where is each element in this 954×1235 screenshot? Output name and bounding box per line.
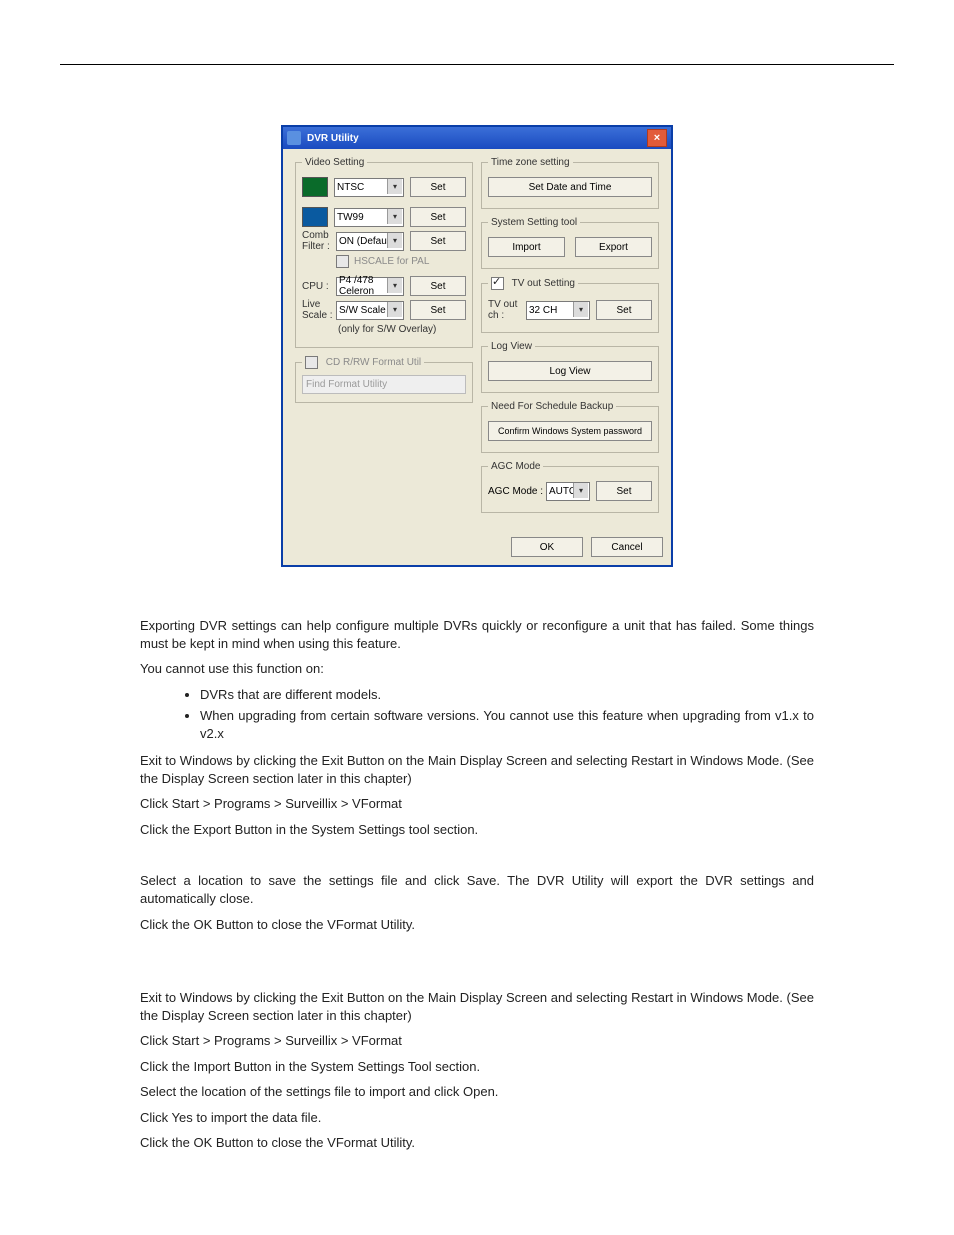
comb-set-button[interactable]: Set (410, 231, 466, 251)
list-item: When upgrading from certain software ver… (200, 707, 814, 742)
find-format-input: Find Format Utility (302, 375, 466, 394)
step: Click the Import Button in the System Se… (140, 1058, 814, 1076)
system-setting-group: System Setting tool Import Export (481, 217, 659, 269)
paragraph: Exporting DVR settings can help configur… (140, 617, 814, 652)
import-button[interactable]: Import (488, 237, 565, 257)
agc-label: AGC Mode : (488, 486, 546, 497)
confirm-password-button[interactable]: Confirm Windows System password (488, 421, 652, 441)
live-note: (only for S/W Overlay) (338, 324, 466, 335)
schedule-backup-legend: Need For Schedule Backup (488, 401, 616, 412)
step: Click Start > Programs > Surveillix > VF… (140, 1032, 814, 1050)
video-setting-legend: Video Setting (302, 157, 367, 168)
logview-group: Log View Log View (481, 341, 659, 393)
app-icon (287, 131, 301, 145)
set-date-time-button[interactable]: Set Date and Time (488, 177, 652, 197)
cdrw-checkbox (305, 356, 318, 369)
timezone-legend: Time zone setting (488, 157, 573, 168)
format-select[interactable]: NTSC (334, 178, 404, 197)
live-set-button[interactable]: Set (410, 300, 466, 320)
document-body: Exporting DVR settings can help configur… (60, 617, 894, 1152)
video-setting-group: Video Setting NTSC Set TW99 Set Comb Fil… (295, 157, 473, 348)
decoder-select[interactable]: TW99 (334, 208, 404, 227)
tvout-select[interactable]: 32 CH (526, 301, 590, 320)
cdrw-group: CD R/RW Format Util Find Format Utility (295, 356, 473, 403)
live-label: Live Scale : (302, 299, 336, 321)
left-column: Video Setting NTSC Set TW99 Set Comb Fil… (291, 153, 477, 525)
agc-select[interactable]: AUTO (546, 482, 590, 501)
agc-legend: AGC Mode (488, 461, 543, 472)
timezone-group: Time zone setting Set Date and Time (481, 157, 659, 209)
step: Click the OK Button to close the VFormat… (140, 1134, 814, 1152)
step: Click Yes to import the data file. (140, 1109, 814, 1127)
cdrw-legend: CD R/RW Format Util (302, 356, 424, 369)
comb-label: Comb Filter : (302, 230, 336, 252)
dvr-utility-window: DVR Utility × Video Setting NTSC Set TW9… (281, 125, 673, 567)
step: Exit to Windows by clicking the Exit But… (140, 989, 814, 1024)
system-setting-legend: System Setting tool (488, 217, 580, 228)
export-button[interactable]: Export (575, 237, 652, 257)
decoder-set-button[interactable]: Set (410, 207, 466, 227)
cpu-set-button[interactable]: Set (410, 276, 466, 296)
step: Click Start > Programs > Surveillix > VF… (140, 795, 814, 813)
agc-set-button[interactable]: Set (596, 481, 652, 501)
tvout-label: TV out ch : (488, 299, 526, 321)
step: Select a location to save the settings f… (140, 872, 814, 907)
schedule-backup-group: Need For Schedule Backup Confirm Windows… (481, 401, 659, 453)
logview-button[interactable]: Log View (488, 361, 652, 381)
titlebar: DVR Utility × (283, 127, 671, 149)
right-column: Time zone setting Set Date and Time Syst… (477, 153, 663, 525)
tvout-legend: TV out Setting (488, 277, 578, 290)
agc-group: AGC Mode AGC Mode : AUTO Set (481, 461, 659, 513)
hscale-label: HSCALE for PAL (354, 256, 429, 267)
tvout-set-button[interactable]: Set (596, 300, 652, 320)
decoder-icon (302, 207, 328, 227)
cpu-label: CPU : (302, 281, 336, 292)
tvout-group: TV out Setting TV out ch : 32 CH Set (481, 277, 659, 333)
comb-select[interactable]: ON (Default) (336, 232, 404, 251)
tvout-checkbox[interactable] (491, 277, 504, 290)
step: Click the OK Button to close the VFormat… (140, 916, 814, 934)
cancel-button[interactable]: Cancel (591, 537, 663, 557)
window-title: DVR Utility (307, 133, 359, 144)
step: Select the location of the settings file… (140, 1083, 814, 1101)
horizontal-rule (60, 64, 894, 65)
format-icon (302, 177, 328, 197)
ok-button[interactable]: OK (511, 537, 583, 557)
live-select[interactable]: S/W Scale (336, 301, 404, 320)
logview-legend: Log View (488, 341, 535, 352)
hscale-checkbox (336, 255, 349, 268)
step: Exit to Windows by clicking the Exit But… (140, 752, 814, 787)
close-button[interactable]: × (647, 129, 667, 147)
paragraph: You cannot use this function on: (140, 660, 814, 678)
bullet-list: DVRs that are different models. When upg… (140, 686, 814, 743)
cpu-select[interactable]: P4 /478 Celeron (336, 277, 404, 296)
step: Click the Export Button in the System Se… (140, 821, 814, 839)
list-item: DVRs that are different models. (200, 686, 814, 704)
format-set-button[interactable]: Set (410, 177, 466, 197)
